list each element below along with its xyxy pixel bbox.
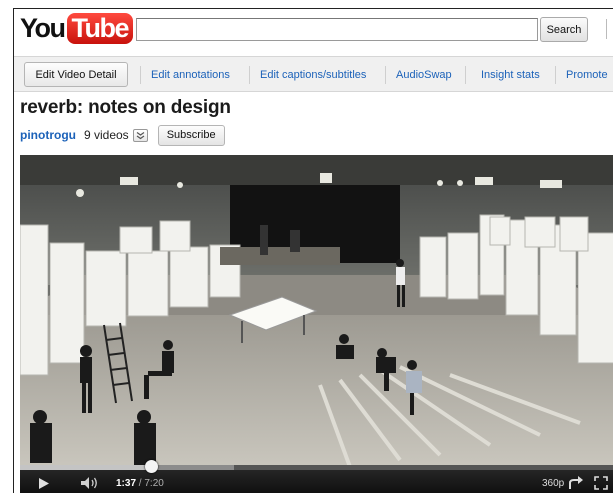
edit-video-detail-button[interactable]: Edit Video Detail [24,62,128,87]
youtube-logo[interactable]: You Tube [20,13,133,44]
video-count: 9 videos [83,128,129,142]
current-time: 1:37 [116,478,137,489]
scrubber-handle[interactable] [144,460,158,473]
edit-annotations-link[interactable]: Edit annotations [151,69,230,81]
quality-button[interactable]: 360p [542,478,564,489]
owner-toolbar: Edit Video Detail Edit annotations Edit … [14,56,613,92]
player-controls: 1:37 / 7:20 360p [20,460,613,493]
share-icon[interactable] [568,476,584,493]
search-button[interactable]: Search [540,17,588,42]
subscribe-button[interactable]: Subscribe [157,124,225,146]
toolbar-divider [385,66,386,84]
toolbar-divider [249,66,250,84]
toolbar-divider [465,66,466,84]
time-display: 1:37 / 7:20 [116,478,164,489]
fullscreen-icon[interactable] [594,476,608,493]
channel-link[interactable]: pinotrogu [20,128,76,142]
insight-stats-link[interactable]: Insight stats [481,69,540,81]
audioswap-link[interactable]: AudioSwap [396,69,452,81]
progress-bar[interactable] [20,460,613,473]
duration: / 7:20 [138,478,164,489]
video-frame[interactable] [20,155,613,467]
channel-row: pinotrogu 9 videos Subscribe [20,124,225,146]
search-input[interactable] [136,18,538,41]
progress-played [20,465,151,470]
volume-icon[interactable] [80,476,100,493]
chevron-down-icon[interactable] [132,128,148,142]
play-icon[interactable] [38,477,50,493]
promote-link[interactable]: Promote [566,69,608,81]
logo-you-text: You [20,13,66,43]
edit-captions-link[interactable]: Edit captions/subtitles [260,69,366,81]
youtube-window: You Tube Search Edit Video Detail Edit a… [13,8,613,493]
video-title: reverb: notes on design [20,97,231,118]
video-player[interactable]: 1:37 / 7:20 360p [20,155,613,493]
toolbar-divider [555,66,556,84]
masthead-divider [606,19,607,39]
toolbar-divider [140,66,141,84]
logo-tube-text: Tube [66,13,133,44]
